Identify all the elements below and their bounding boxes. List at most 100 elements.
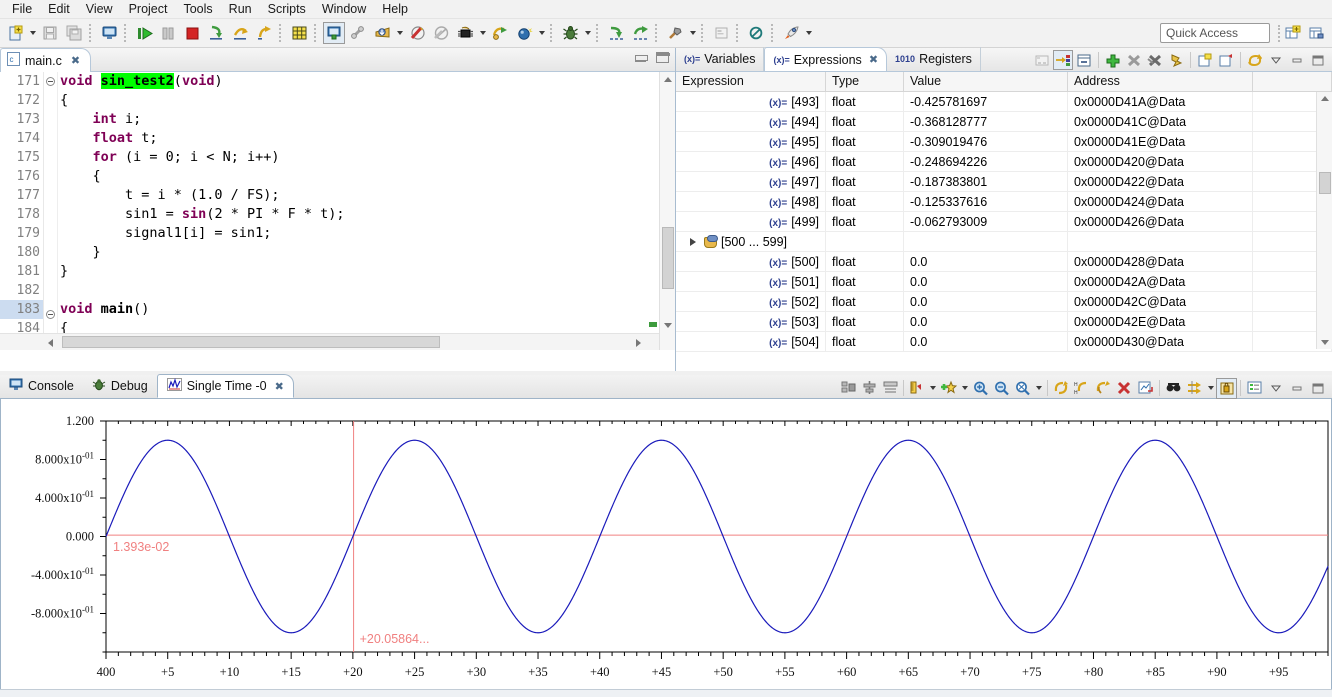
cell-type[interactable]: float	[826, 191, 904, 212]
cell-address[interactable]: 0x0000D42C@Data	[1068, 291, 1253, 312]
minimize-icon[interactable]	[1287, 50, 1307, 70]
bug-dropdown-icon[interactable]	[582, 22, 593, 44]
layout-icon[interactable]	[880, 378, 901, 399]
menu-item-edit[interactable]: Edit	[40, 1, 78, 17]
cell-address[interactable]: 0x0000D41E@Data	[1068, 131, 1253, 152]
save-icon[interactable]	[39, 22, 61, 44]
cell-value[interactable]: 0.0	[904, 271, 1068, 292]
load-program-icon[interactable]	[371, 22, 393, 44]
editor-vertical-scrollbar[interactable]	[659, 72, 675, 350]
cell-address[interactable]: 0x0000D42E@Data	[1068, 311, 1253, 332]
scrollbar-thumb[interactable]	[662, 227, 674, 289]
code-line[interactable]: }	[60, 243, 659, 262]
cell-address[interactable]: 0x0000D41A@Data	[1068, 92, 1253, 112]
data-properties-icon[interactable]	[838, 378, 859, 399]
back-icon[interactable]	[629, 22, 651, 44]
close-icon[interactable]: ✖	[869, 53, 878, 66]
cell-type[interactable]: float	[826, 251, 904, 272]
zoom-in-icon[interactable]	[970, 378, 991, 399]
load-program-dropdown-icon[interactable]	[394, 22, 405, 44]
table-row[interactable]: (x)= [494] float -0.368128777 0x0000D41C@Dat…	[676, 111, 1332, 132]
show-type-names-icon[interactable]	[1053, 50, 1073, 70]
code-folding-column[interactable]	[44, 72, 58, 350]
remove-all-icon[interactable]	[1145, 50, 1165, 70]
cell-value[interactable]: -0.368128777	[904, 111, 1068, 132]
expressions-table-body[interactable]: (x)= [493] float -0.425781697 0x0000D41A@Dat…	[676, 92, 1332, 352]
fold-toggle-icon[interactable]	[44, 77, 57, 96]
cell-type[interactable]: float	[826, 111, 904, 132]
suspend-icon[interactable]	[157, 22, 179, 44]
save-all-icon[interactable]	[63, 22, 85, 44]
code-line[interactable]: {	[60, 167, 659, 186]
code-line[interactable]: {	[60, 91, 659, 110]
hammer-build-icon[interactable]	[664, 22, 686, 44]
menu-item-window[interactable]: Window	[314, 1, 374, 17]
menu-item-file[interactable]: File	[4, 1, 40, 17]
window-icon[interactable]	[710, 22, 732, 44]
zoom-out-icon[interactable]	[991, 378, 1012, 399]
add-expression-icon[interactable]	[1103, 50, 1123, 70]
cast-icon[interactable]	[1032, 50, 1052, 70]
rocket-dropdown-icon[interactable]	[803, 22, 814, 44]
column-header-value[interactable]: Value	[904, 72, 1068, 91]
menu-item-tools[interactable]: Tools	[175, 1, 220, 17]
menu-item-scripts[interactable]: Scripts	[260, 1, 314, 17]
cell-expression[interactable]: (x)= [499]	[676, 211, 826, 232]
cell-type[interactable]: float	[826, 151, 904, 172]
waveform-plot[interactable]: 1.200 8.000x10-01 4.000x10-01 0.000 -4.000x1…	[1, 399, 1331, 696]
cell-type[interactable]: float	[826, 291, 904, 312]
cell-expression[interactable]: (x)= [497]	[676, 171, 826, 192]
code-line[interactable]: sin1 = sin(2 * PI * F * t);	[60, 205, 659, 224]
table-row[interactable]: [500 ... 599]	[676, 231, 1332, 252]
cell-address[interactable]: 0x0000D426@Data	[1068, 211, 1253, 232]
menu-item-help[interactable]: Help	[374, 1, 416, 17]
forward-icon[interactable]	[605, 22, 627, 44]
code-line[interactable]: void sin_test2(void)	[60, 72, 659, 91]
no-entry-icon[interactable]	[430, 22, 452, 44]
table-row[interactable]: (x)= [495] float -0.309019476 0x0000D41E@Dat…	[676, 131, 1332, 152]
cell-expression[interactable]: (x)= [502]	[676, 291, 826, 312]
tab-single-time-0[interactable]: Single Time -0 ✖	[156, 374, 294, 398]
table-row[interactable]: (x)= [500] float 0.0 0x0000D428@Data	[676, 251, 1332, 272]
link-icon[interactable]	[347, 22, 369, 44]
cell-type[interactable]: float	[826, 92, 904, 112]
table-row[interactable]: (x)= [503] float 0.0 0x0000D42E@Data	[676, 311, 1332, 332]
cell-type[interactable]: float	[826, 211, 904, 232]
column-header-type[interactable]: Type	[826, 72, 904, 91]
step-over-icon[interactable]	[229, 22, 251, 44]
lock-icon[interactable]	[1216, 377, 1237, 399]
cell-address[interactable]: 0x0000D430@Data	[1068, 331, 1253, 352]
code-line[interactable]: int i;	[60, 110, 659, 129]
code-line[interactable]	[60, 281, 659, 300]
memory-grid-icon[interactable]	[288, 22, 310, 44]
table-row[interactable]: (x)= [504] float 0.0 0x0000D430@Data	[676, 331, 1332, 352]
refresh-icon[interactable]	[1245, 50, 1265, 70]
copy-icon[interactable]	[1216, 50, 1236, 70]
terminal-icon[interactable]	[98, 22, 120, 44]
tab-console[interactable]: Console	[0, 374, 83, 398]
cell-type[interactable]: float	[826, 271, 904, 292]
cell-expression[interactable]: (x)= [503]	[676, 311, 826, 332]
fold-toggle-icon[interactable]	[44, 310, 57, 329]
cell-expression[interactable]: (x)= [500]	[676, 251, 826, 272]
cell-expression[interactable]: (x)= [494]	[676, 111, 826, 132]
quick-access-input[interactable]: Quick Access	[1160, 23, 1270, 43]
chip-dropdown-icon[interactable]	[477, 22, 488, 44]
new-file-icon[interactable]	[4, 22, 26, 44]
resume-icon[interactable]	[133, 22, 155, 44]
cell-value[interactable]: 0.0	[904, 311, 1068, 332]
cell-value[interactable]: -0.248694226	[904, 151, 1068, 172]
align-icon[interactable]	[859, 378, 880, 399]
editor-horizontal-scrollbar[interactable]	[0, 333, 659, 350]
plot-area[interactable]	[105, 420, 1329, 653]
cell-address[interactable]: 0x0000D428@Data	[1068, 251, 1253, 272]
chip-icon[interactable]	[454, 22, 476, 44]
measurement-icon[interactable]	[906, 378, 927, 399]
remove-expression-icon[interactable]	[1124, 50, 1144, 70]
search-icon[interactable]	[745, 22, 767, 44]
close-icon[interactable]: ✖	[71, 54, 80, 67]
cell-value[interactable]: 0.0	[904, 291, 1068, 312]
search-icon[interactable]	[1163, 378, 1184, 399]
sync-icon[interactable]	[1184, 378, 1205, 399]
table-row[interactable]: (x)= [502] float 0.0 0x0000D42C@Data	[676, 291, 1332, 312]
